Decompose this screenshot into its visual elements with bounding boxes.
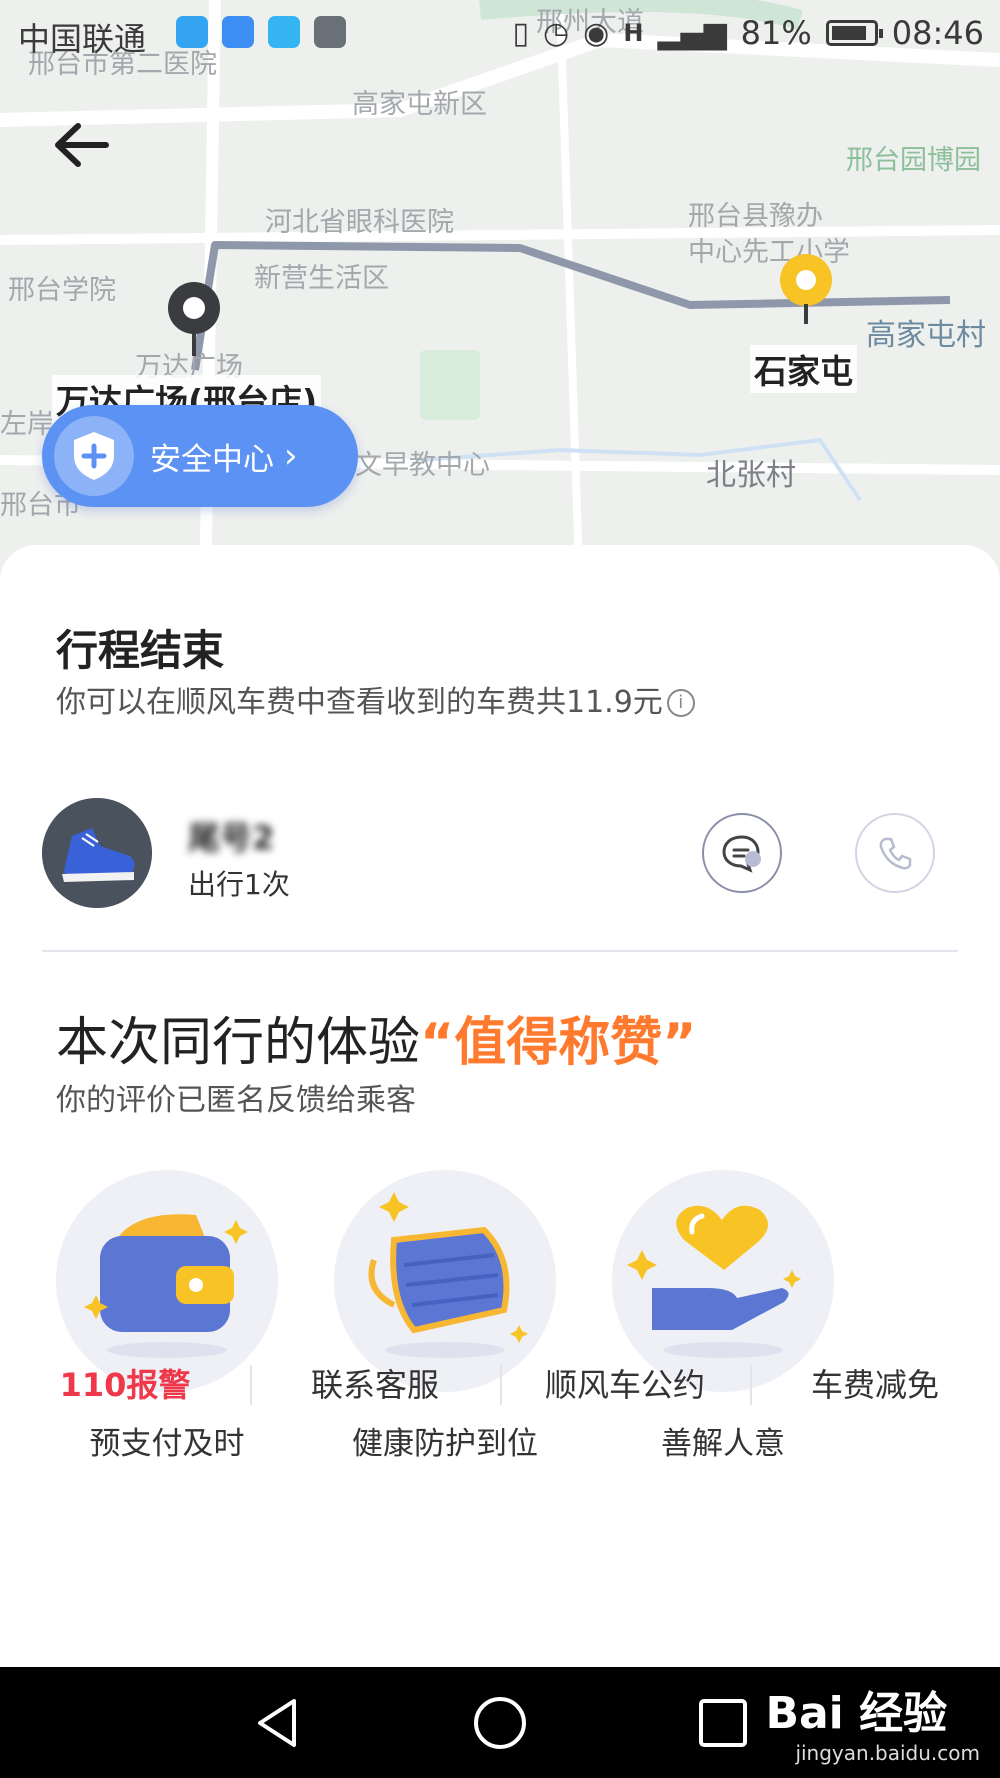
map-label: 邢台学院 (8, 275, 116, 306)
passenger-name: 尾号2 (188, 819, 275, 857)
battery-icon (825, 20, 883, 46)
trip-title: 行程结束 (56, 626, 225, 675)
end-location-label: 石家屯 (750, 345, 857, 393)
battery-percent: 81% (740, 14, 812, 52)
rating-tag-health[interactable]: 健康防护到位 (334, 1170, 556, 1463)
vibrate-icon: ▯ (512, 15, 529, 51)
rating-tags: 预支付及时 健康防护到位 善解人意 (56, 1170, 834, 1463)
ride-convention-link[interactable]: 顺风车公约 (500, 1355, 750, 1415)
h-signal-icon: H (623, 19, 644, 47)
map-label: 邢台县豫办 (688, 201, 823, 232)
map-label: 新营生活区 (254, 263, 389, 294)
passenger-trip-count: 出行1次 (188, 868, 290, 901)
safety-center-label: 安全中心 (150, 441, 274, 478)
shield-icon (54, 416, 134, 496)
screen: 邢台市第二医院 高家屯新区 邢台园博园 河北省眼科医院 邢台县豫办 中心先工小学… (0, 0, 1000, 1778)
route-map[interactable]: 邢台市第二医院 高家屯新区 邢台园博园 河北省眼科医院 邢台县豫办 中心先工小学… (0, 0, 1000, 600)
watermark-brand: Bai 经验 (765, 1688, 948, 1739)
bottom-links: 110报警 联系客服 顺风车公约 车费减免 (0, 1355, 1000, 1415)
alarm-icon: ◷ (542, 15, 570, 51)
contact-service-link[interactable]: 联系客服 (250, 1355, 500, 1415)
rating-title: 本次同行的体验“值得称赞” (56, 1000, 696, 1075)
gallery-icon (314, 16, 346, 48)
divider (42, 950, 958, 952)
rating-tag-label: 预支付及时 (89, 1426, 245, 1462)
map-label: 文早教中心 (355, 450, 490, 481)
health-icon (222, 16, 254, 48)
map-label: 河北省眼科医院 (265, 207, 454, 238)
system-nav-bar: Bai 经验 jingyan.baidu.com (0, 1667, 1000, 1778)
location-icon (176, 16, 208, 48)
map-background (0, 0, 1000, 600)
trip-subtitle: 你可以在顺风车费中查看收到的车费共11.9元 i (56, 677, 695, 721)
map-label: 高家屯新区 (352, 89, 487, 120)
eye-icon: ◉ (583, 15, 610, 51)
baidu-watermark: Bai 经验 jingyan.baidu.com (765, 1677, 980, 1765)
map-label: 北张村 (706, 458, 796, 493)
chat-icon (722, 835, 761, 873)
rating-tag-considerate[interactable]: 善解人意 (612, 1170, 834, 1463)
safety-center-button[interactable]: 安全中心 › (42, 405, 358, 507)
info-icon[interactable]: i (666, 689, 695, 717)
phone-icon (879, 837, 912, 870)
avatar[interactable] (42, 798, 152, 908)
trip-summary-card: 行程结束 你可以在顺风车费中查看收到的车费共11.9元 i 尾号2 出行1次 本… (0, 545, 1000, 1667)
alarm-110-link[interactable]: 110报警 (0, 1355, 250, 1415)
fee-waiver-link[interactable]: 车费减免 (750, 1355, 1000, 1415)
status-bar: 中国联通 ▯ ◷ ◉ H ▂▄▆ 81% 08:46 (0, 0, 1000, 68)
map-label: 邢台园博园 (846, 145, 981, 176)
carrier-name: 中国联通 (18, 20, 147, 58)
rating-tag-label: 善解人意 (661, 1426, 785, 1462)
rating-title-prefix: 本次同行的体验 (56, 1013, 421, 1073)
rating-subtitle: 你的评价已匿名反馈给乘客 (56, 1083, 416, 1118)
trip-fee-text: 你可以在顺风车费中查看收到的车费共11.9元 (56, 685, 663, 720)
chat-button[interactable] (702, 813, 782, 893)
watermark-url: jingyan.baidu.com (795, 1741, 980, 1765)
sneaker-icon (42, 798, 152, 908)
rating-tag-prepay[interactable]: 预支付及时 (56, 1170, 278, 1463)
chevron-right-icon: › (284, 436, 298, 476)
rating-tag-label: 健康防护到位 (352, 1426, 538, 1462)
back-arrow-icon[interactable] (48, 112, 114, 178)
recents-square-icon[interactable] (695, 1695, 751, 1751)
message-icon (268, 16, 300, 48)
map-label: 高家屯村 (866, 318, 986, 353)
home-circle-icon[interactable] (472, 1695, 528, 1751)
clock: 08:46 (891, 14, 984, 52)
signal-icon: ▂▄▆ (657, 15, 727, 51)
call-button[interactable] (855, 813, 935, 893)
back-triangle-icon[interactable] (250, 1695, 306, 1751)
rating-title-highlight: “值得称赞” (420, 1013, 697, 1073)
start-pin-icon[interactable] (166, 280, 222, 360)
end-pin-icon[interactable] (778, 252, 834, 332)
